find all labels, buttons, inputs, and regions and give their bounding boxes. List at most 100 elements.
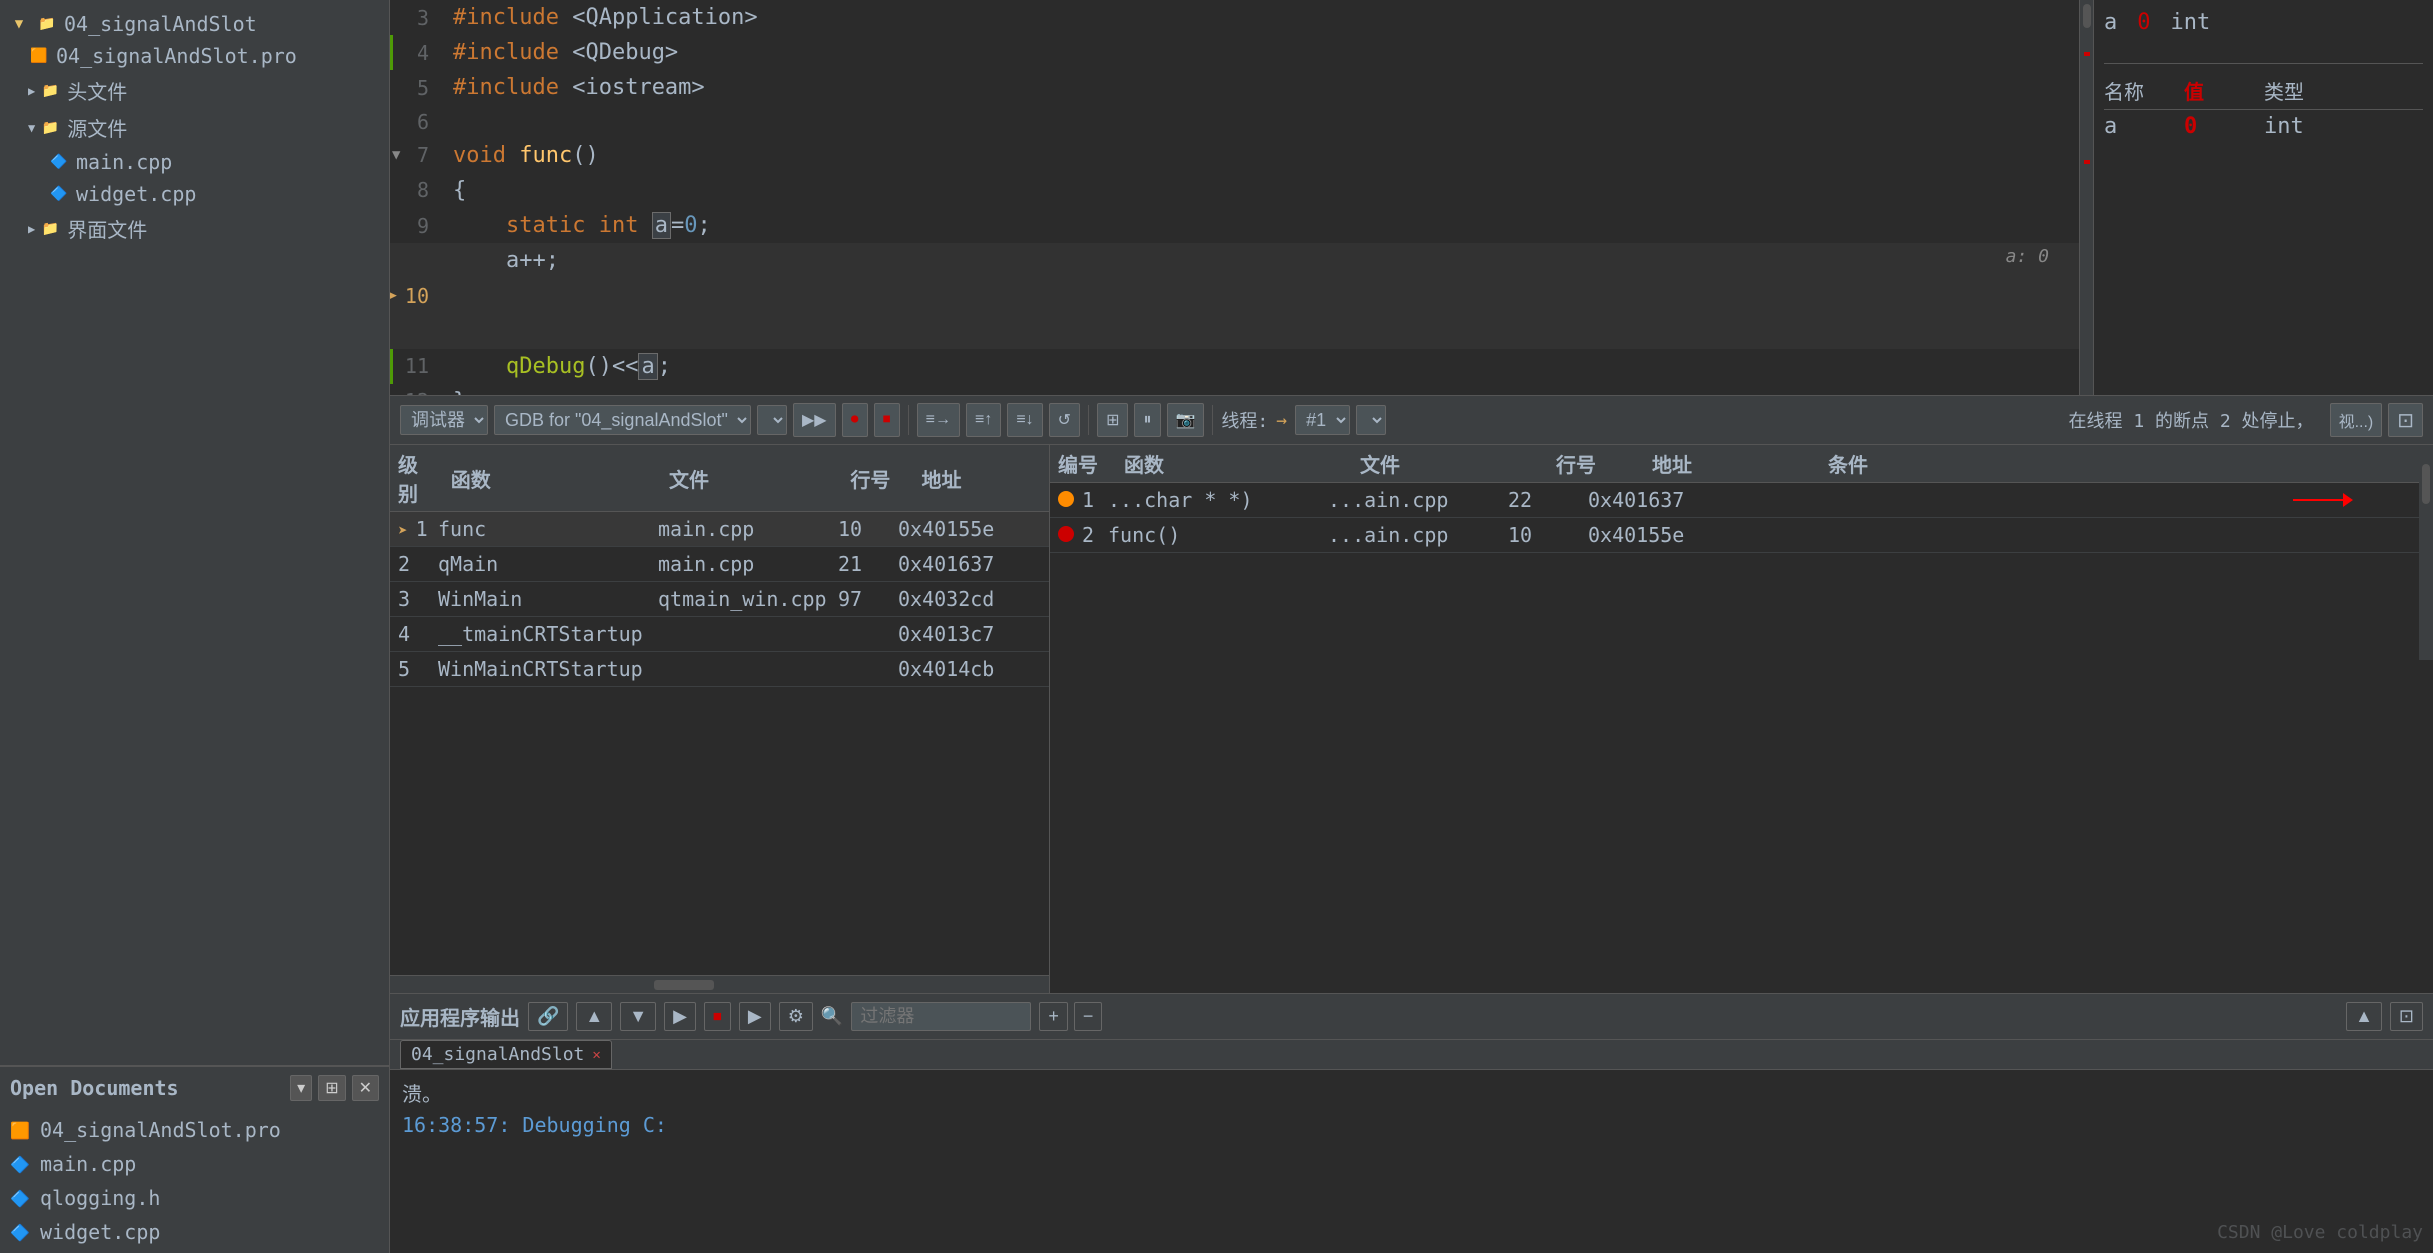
cs-row-2[interactable]: 2 qMain main.cpp 21 0x401637	[390, 547, 1049, 582]
debug-btn-stop[interactable]: ⏹	[874, 403, 900, 437]
open-docs-pro[interactable]: 🟧 04_signalAndSlot.pro	[0, 1113, 389, 1147]
bp-row-1-file: ...ain.cpp	[1328, 488, 1508, 512]
output-settings-btn[interactable]: ⚙	[779, 1002, 813, 1031]
vars-row-a: a 0 int	[2104, 110, 2423, 143]
debug-btn-restart[interactable]: ↺	[1049, 403, 1080, 437]
cs-row-4-addr: 0x4013c7	[898, 622, 1028, 646]
debug-btn-step-out[interactable]: ≡↓	[1007, 403, 1042, 437]
open-docs-close-btn[interactable]: ✕	[352, 1075, 379, 1101]
project-folder-icon: ▼	[8, 13, 30, 35]
callstack-panel: 级别 函数 文件 行号 地址 ➤1 func main.cpp 10 0x401…	[390, 445, 1050, 993]
output-minus-btn[interactable]: −	[1074, 1002, 1103, 1031]
line-content-12: }	[445, 384, 2079, 395]
cs-row-1-level: ➤1	[398, 517, 438, 541]
open-docs-dropdown-btn[interactable]: ▾	[290, 1075, 312, 1101]
line-content-3: #include <QApplication>	[445, 0, 2079, 35]
debug-btn-snapshot[interactable]: 📷	[1167, 403, 1205, 437]
open-docs-pro-icon: 🟧	[10, 1121, 34, 1140]
watermark: CSDN @Love coldplay	[2217, 1222, 2423, 1243]
gdb-selector[interactable]: GDB for "04_signalAndSlot"	[494, 405, 751, 435]
debug-maximize-btn[interactable]: ⊡	[2388, 403, 2423, 437]
tree-pro-file[interactable]: 🟧 04_signalAndSlot.pro	[0, 40, 389, 72]
open-docs-split-btn[interactable]: ⊞	[318, 1075, 345, 1101]
code-panel[interactable]: 3 #include <QApplication> 4 #include <QD…	[390, 0, 2079, 395]
output-add-btn[interactable]: +	[1039, 1002, 1068, 1031]
output-up-btn[interactable]: ▲	[576, 1002, 612, 1031]
bp-dot-1	[1058, 491, 1074, 507]
callstack-hscrollbar[interactable]	[390, 975, 1049, 993]
cs-row-5-addr: 0x4014cb	[898, 657, 1028, 681]
debug-btn-step-over[interactable]: ≡→	[917, 403, 960, 437]
open-docs-widget-label: widget.cpp	[40, 1220, 160, 1244]
open-docs-qlogging[interactable]: 🔷 qlogging.h	[0, 1181, 389, 1215]
output-clear-btn[interactable]: 🔗	[528, 1002, 568, 1031]
cs-row-4[interactable]: 4 __tmainCRTStartup 0x4013c7	[390, 617, 1049, 652]
tree-ui-folder[interactable]: ▶ 📁 界面文件	[0, 210, 389, 247]
cs-row-3-func: WinMain	[438, 587, 658, 611]
var-row-a-name: a	[2104, 114, 2184, 139]
widget-cpp-icon: 🔷	[48, 183, 70, 205]
cs-row-5[interactable]: 5 WinMainCRTStartup 0x4014cb	[390, 652, 1049, 687]
bp-row-1[interactable]: 1 ...char * *) ...ain.cpp 22 0x401637	[1050, 483, 2433, 518]
bp-col-addr: 地址	[1652, 449, 1812, 478]
tree-widget-cpp[interactable]: 🔷 widget.cpp	[0, 178, 389, 210]
line-content-9: static int a=0;	[445, 208, 2079, 243]
bp-vscrollbar[interactable]	[2419, 460, 2433, 660]
line-content-7: void func()	[445, 138, 2079, 173]
debug-btn-pause[interactable]: ⏸	[1134, 403, 1160, 437]
tree-main-cpp[interactable]: 🔷 main.cpp	[0, 146, 389, 178]
headers-label: 头文件	[67, 76, 127, 105]
output-tab-close[interactable]: ✕	[592, 1047, 600, 1063]
right-area: 3 #include <QApplication> 4 #include <QD…	[390, 0, 2433, 1253]
output-text-debug: 16:38:57: Debugging C:	[402, 1113, 2421, 1137]
bottom-area: 级别 函数 文件 行号 地址 ➤1 func main.cpp 10 0x401…	[390, 445, 2433, 993]
ui-folder-icon: 📁	[39, 218, 61, 240]
debug-view-btn[interactable]: 视...)	[2330, 403, 2383, 437]
output-refresh-btn[interactable]: ▶	[739, 1002, 771, 1031]
debug-btn-step-into[interactable]: ≡↑	[966, 403, 1001, 437]
line-content-5: #include <iostream>	[445, 70, 2079, 105]
line-content-10: a++; a: 0	[445, 243, 2079, 349]
sources-label: 源文件	[67, 113, 127, 142]
editor-area: 3 #include <QApplication> 4 #include <QD…	[390, 0, 2433, 395]
filter-input[interactable]	[851, 1002, 1031, 1031]
bp-col-func: 函数	[1124, 449, 1344, 478]
filter-search-icon: 🔍	[821, 1006, 843, 1027]
debugger-selector[interactable]: 调试器	[400, 405, 488, 435]
tree-sources-folder[interactable]: ▼ 📁 源文件	[0, 109, 389, 146]
line-num-6: 6	[390, 106, 445, 138]
bp-row-2-file: ...ain.cpp	[1328, 523, 1508, 547]
debug-btn-continue[interactable]: ▶▶	[793, 403, 836, 437]
cs-row-1[interactable]: ➤1 func main.cpp 10 0x40155e	[390, 512, 1049, 547]
output-tab-main[interactable]: 04_signalAndSlot ✕	[400, 1040, 612, 1069]
main-layout: ▼ 📁 04_signalAndSlot 🟧 04_signalAndSlot.…	[0, 0, 2433, 1253]
bp-dot-2	[1058, 526, 1074, 542]
bp-red-arrow	[2293, 493, 2353, 507]
open-docs-main[interactable]: 🔷 main.cpp	[0, 1147, 389, 1181]
cs-row-1-file: main.cpp	[658, 517, 838, 541]
output-run-btn[interactable]: ▶	[664, 1002, 696, 1031]
thread-selector[interactable]: #1	[1295, 405, 1350, 435]
project-tree: ▼ 📁 04_signalAndSlot 🟧 04_signalAndSlot.…	[0, 0, 389, 1065]
gdb-selector-2[interactable]	[757, 405, 787, 435]
cs-row-3-level: 3	[398, 587, 438, 611]
open-docs-widget[interactable]: 🔷 widget.cpp	[0, 1215, 389, 1249]
cs-row-2-addr: 0x401637	[898, 552, 1028, 576]
output-stop-btn[interactable]: ⏹	[704, 1002, 731, 1031]
tree-project-root[interactable]: ▼ 📁 04_signalAndSlot	[0, 8, 389, 40]
debug-toolbar: 调试器 GDB for "04_signalAndSlot" ▶▶ ⏺ ⏹ ≡→…	[390, 395, 2433, 445]
cs-row-2-func: qMain	[438, 552, 658, 576]
tree-headers-folder[interactable]: ▶ 📁 头文件	[0, 72, 389, 109]
output-text-main: 溃。	[402, 1078, 2421, 1107]
output-float-btn[interactable]: ⊡	[2390, 1002, 2423, 1031]
cs-row-3[interactable]: 3 WinMain qtmain_win.cpp 97 0x4032cd	[390, 582, 1049, 617]
thread-selector-2[interactable]	[1356, 405, 1386, 435]
bp-row-2[interactable]: 2 func() ...ain.cpp 10 0x40155e	[1050, 518, 2433, 553]
output-tab-row: 04_signalAndSlot ✕	[390, 1040, 2433, 1070]
debug-btn-interrupt[interactable]: ⏺	[842, 403, 868, 437]
output-down-btn[interactable]: ▼	[620, 1002, 656, 1031]
open-docs-widget-icon: 🔷	[10, 1223, 34, 1242]
code-scrollbar[interactable]	[2079, 0, 2093, 395]
output-expand-btn[interactable]: ▲	[2346, 1002, 2382, 1031]
debug-btn-watch[interactable]: ⊞	[1097, 403, 1128, 437]
